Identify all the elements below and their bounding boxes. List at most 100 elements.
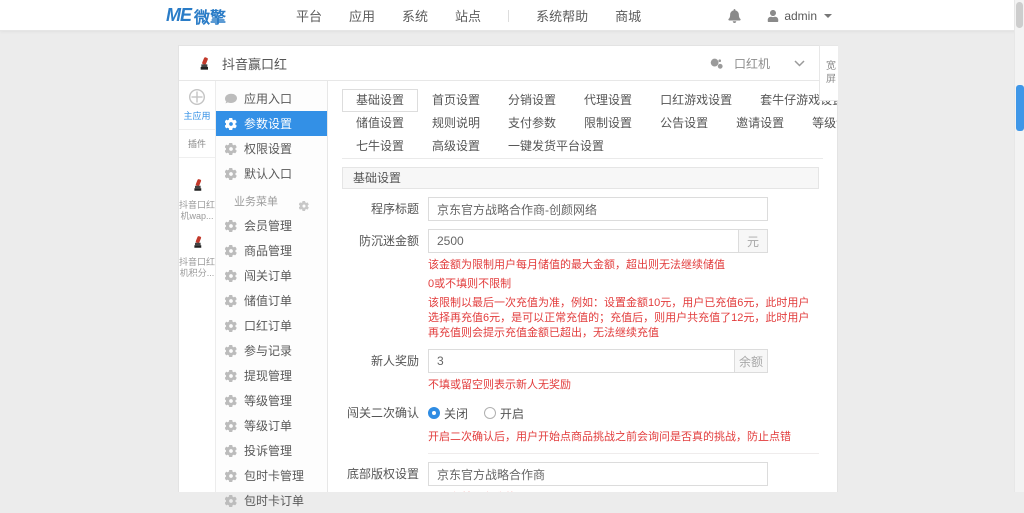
- gear-icon: [225, 117, 237, 130]
- help-text: 开启二次确认后，用户开始点商品挑战之前会询问是否真的挑战，防止点错: [428, 431, 791, 443]
- gear-icon: [225, 219, 237, 232]
- app-switch-sidebar: 主应用 插件 抖音口红机wap... 抖音口红机积分...: [179, 81, 216, 492]
- nav-item-系统帮助[interactable]: 系统帮助: [536, 6, 588, 25]
- menu-section-label: 业务菜单: [234, 196, 278, 208]
- tab-公告设置[interactable]: 公告设置: [646, 112, 722, 135]
- tab-储值设置[interactable]: 储值设置: [342, 112, 418, 135]
- widescreen-toggle-button[interactable]: 宽屏: [819, 45, 838, 101]
- plugin-app-item[interactable]: 抖音口红机积分...: [179, 234, 215, 279]
- menu-item-label: 提现管理: [244, 369, 293, 383]
- menu-item-会员管理[interactable]: 会员管理: [216, 213, 327, 238]
- nav-item-应用[interactable]: 应用: [349, 6, 375, 25]
- top-navbar: ME 微擎 平台 应用 系统 站点 系统帮助 商城 admin: [0, 0, 1024, 31]
- lipstick-app-icon: [190, 177, 205, 197]
- text-input[interactable]: [428, 197, 768, 221]
- field-control-column: 余额不填或留空则表示新人无奖励: [428, 349, 819, 393]
- logo-text: 微擎: [194, 9, 227, 27]
- menu-item-默认入口[interactable]: 默认入口: [216, 161, 327, 186]
- tab-代理设置[interactable]: 代理设置: [570, 89, 646, 112]
- text-input[interactable]: [428, 349, 735, 373]
- settings-tabs: 基础设置首页设置分销设置代理设置口红游戏设置套牛仔游戏设置界面设置文字自定义储值…: [342, 89, 837, 159]
- tab-首页设置[interactable]: 首页设置: [418, 89, 494, 112]
- menu-item-label: 等级订单: [244, 419, 293, 433]
- menu-item-储值订单[interactable]: 储值订单: [216, 288, 327, 313]
- menu-item-闯关订单[interactable]: 闯关订单: [216, 263, 327, 288]
- input-group: [428, 462, 768, 486]
- menu-section-business: 业务菜单: [216, 189, 327, 213]
- menu-item-等级管理[interactable]: 等级管理: [216, 388, 327, 413]
- settings-content: 基础设置首页设置分销设置代理设置口红游戏设置套牛仔游戏设置界面设置文字自定义储值…: [328, 81, 837, 492]
- form-field-row: 底部版权设置显示在首页和我的页面: [342, 462, 819, 492]
- form-field-row: 闯关二次确认 关闭 开启 开启二次确认后，用户开始点商品挑战之前会询问是否真的挑战，防…: [342, 401, 819, 445]
- tab-分销设置[interactable]: 分销设置: [494, 89, 570, 112]
- input-group: 余额: [428, 349, 768, 373]
- menu-item-label: 权限设置: [244, 142, 293, 156]
- menu-item-应用入口[interactable]: 应用入口: [216, 86, 327, 111]
- tab-基础设置[interactable]: 基础设置: [342, 89, 419, 112]
- tabs-row: 七牛设置 高级设置 一键发货平台设置: [342, 135, 823, 158]
- tab-限制设置[interactable]: 限制设置: [570, 112, 646, 135]
- module-switcher[interactable]: 口红机: [709, 46, 805, 81]
- notification-bell-icon[interactable]: [728, 8, 741, 23]
- menu-item-label: 储值订单: [244, 294, 293, 308]
- tabs-row: 储值设置规则说明支付参数限制设置公告设置邀请设置等级设置底部菜单设置活动模式: [342, 112, 837, 135]
- form-field-row: 程序标题: [342, 197, 819, 221]
- navbar-menu: 平台 应用 系统 站点 系统帮助 商城: [296, 0, 641, 31]
- weiqin-logo[interactable]: ME 微擎: [166, 0, 226, 31]
- nav-item-商城[interactable]: 商城: [615, 6, 641, 25]
- plugin-app-item[interactable]: 抖音口红机wap...: [179, 177, 215, 222]
- sidebar-divider: [179, 157, 215, 158]
- menu-item-参与记录[interactable]: 参与记录: [216, 338, 327, 363]
- menu-item-投诉管理[interactable]: 投诉管理: [216, 438, 327, 463]
- gear-icon: [225, 394, 237, 407]
- menu-item-包时卡管理[interactable]: 包时卡管理: [216, 463, 327, 488]
- menu-item-商品管理[interactable]: 商品管理: [216, 238, 327, 263]
- menu-item-口红订单[interactable]: 口红订单: [216, 313, 327, 338]
- menu-item-参数设置[interactable]: 参数设置: [216, 111, 327, 136]
- tab-支付参数[interactable]: 支付参数: [494, 112, 570, 135]
- tab-七牛设置[interactable]: 七牛设置: [342, 135, 418, 158]
- field-label: 底部版权设置: [346, 467, 419, 481]
- tab-口红游戏设置[interactable]: 口红游戏设置: [646, 89, 746, 112]
- tab-高级设置[interactable]: 高级设置: [418, 135, 494, 158]
- tab-邀请设置[interactable]: 邀请设置: [722, 112, 798, 135]
- radio-label: 开启: [500, 406, 525, 421]
- nav-item-平台[interactable]: 平台: [296, 6, 322, 25]
- tabs-row: 基础设置首页设置分销设置代理设置口红游戏设置套牛仔游戏设置界面设置文字自定义: [342, 89, 837, 112]
- main-app-icon[interactable]: [188, 88, 206, 106]
- form-field-row: 新人奖励余额不填或留空则表示新人无奖励: [342, 349, 819, 393]
- logo-mark: ME: [166, 5, 192, 25]
- menu-item-label: 应用入口: [244, 92, 293, 106]
- tab-一键发货平台设置[interactable]: 一键发货平台设置: [494, 135, 618, 158]
- module-switcher-label: 口红机: [733, 57, 770, 71]
- plugin-app-label: 抖音口红机wap...: [179, 200, 216, 221]
- radio-selected-icon[interactable]: [428, 407, 440, 419]
- main-app-label[interactable]: 主应用: [183, 109, 210, 122]
- user-menu[interactable]: admin: [767, 9, 832, 23]
- chevron-down-icon[interactable]: [794, 60, 805, 67]
- nav-item-站点[interactable]: 站点: [455, 6, 481, 25]
- page-scrollbar[interactable]: [1014, 0, 1024, 492]
- radio-unselected-icon[interactable]: [484, 407, 497, 419]
- radio-option-开启[interactable]: 开启: [484, 405, 524, 422]
- blue-floating-tab[interactable]: [1016, 85, 1024, 131]
- sidebar-divider: [179, 129, 215, 130]
- form-group-divider: [428, 453, 819, 454]
- field-control-column: 关闭 开启开启二次确认后，用户开始点商品挑战之前会询问是否真的挑战，防止点错: [428, 401, 819, 445]
- tab-规则说明[interactable]: 规则说明: [418, 112, 494, 135]
- username: admin: [784, 8, 817, 23]
- tab-等级设置[interactable]: 等级设置: [798, 112, 837, 135]
- radio-option-关闭[interactable]: 关闭: [428, 405, 468, 422]
- scrollbar-thumb[interactable]: [1016, 2, 1023, 28]
- nav-item-系统[interactable]: 系统: [402, 6, 428, 25]
- plugin-app-list: 抖音口红机wap... 抖音口红机积分...: [179, 165, 215, 279]
- text-input[interactable]: [428, 462, 768, 486]
- text-input[interactable]: [428, 229, 739, 253]
- menu-item-权限设置[interactable]: 权限设置: [216, 136, 327, 161]
- gear-icon: [225, 344, 237, 357]
- menu-item-提现管理[interactable]: 提现管理: [216, 363, 327, 388]
- menu-item-label: 投诉管理: [244, 444, 293, 458]
- menu-item-label: 包时卡订单: [244, 494, 305, 508]
- menu-item-label: 闯关订单: [244, 269, 293, 283]
- menu-item-等级订单[interactable]: 等级订单: [216, 413, 327, 438]
